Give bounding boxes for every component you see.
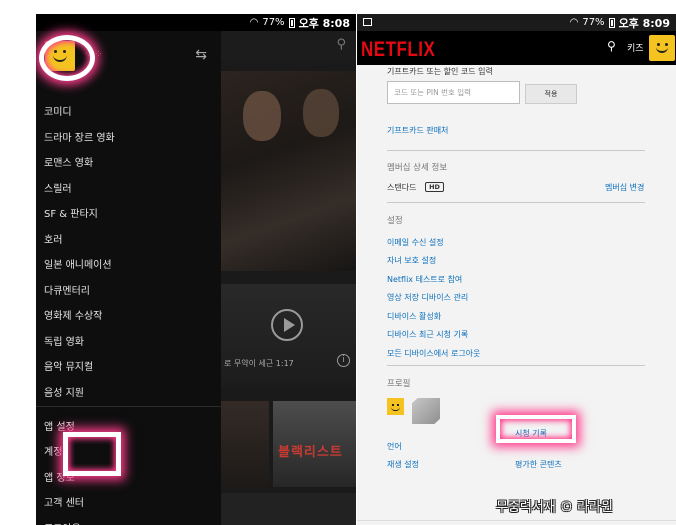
poster-figure bbox=[243, 91, 281, 141]
account-page: 기프트카드 또는 할인 코드 입력 코드 또는 PIN 번호 입력 적용 기프트… bbox=[357, 65, 676, 525]
menu-item[interactable]: 로맨스 영화 bbox=[36, 151, 221, 177]
menu-item[interactable]: 드라마 장르 영화 bbox=[36, 126, 221, 152]
menu-item-help-center[interactable]: 고객 센터 bbox=[36, 491, 221, 516]
title-thumbnail[interactable] bbox=[221, 401, 269, 487]
settings-link[interactable]: 모든 디바이스에서 로그아웃 bbox=[387, 348, 480, 359]
continue-watching-caption: 로 무약이 세근 1:17 bbox=[224, 359, 294, 368]
play-icon[interactable] bbox=[271, 309, 303, 341]
menu-item[interactable]: 영화제 수상작 bbox=[36, 304, 221, 330]
menu-item[interactable]: 스릴러 bbox=[36, 177, 221, 203]
browse-background: ⚲ 로 무약이 세근 1:17 i 블랙리스트 bbox=[221, 31, 356, 525]
section-divider bbox=[387, 365, 645, 366]
profile-avatar-small[interactable] bbox=[387, 398, 404, 415]
poster-figure bbox=[303, 89, 339, 137]
menu-item[interactable]: 음성 지원 bbox=[36, 381, 221, 407]
avatar-smile bbox=[391, 407, 400, 411]
battery-icon bbox=[288, 17, 295, 28]
highlight-circle-avatar bbox=[39, 35, 95, 81]
rated-titles-link[interactable]: 평가한 콘텐츠 bbox=[515, 459, 562, 470]
screenshot-stage: ◠ 77% 오후 8:08 ⚲ 로 무약이 세근 1:17 i 블랙리스트 ⁘⁘… bbox=[0, 0, 676, 525]
menu-item[interactable]: 다큐멘터리 bbox=[36, 279, 221, 305]
playback-settings-link[interactable]: 재생 설정 bbox=[387, 459, 419, 470]
browse-top-bar: ⚲ bbox=[221, 31, 356, 61]
highlight-box-viewing-history bbox=[496, 415, 576, 443]
avatar-eye bbox=[657, 43, 660, 46]
battery-icon bbox=[608, 17, 615, 28]
genre-menu: 코미디 드라마 장르 영화 로맨스 영화 스릴러 SF & 판타지 호러 일본 … bbox=[36, 100, 221, 406]
settings-link[interactable]: Netflix 테스트로 참여 bbox=[387, 274, 462, 285]
section-divider bbox=[387, 150, 645, 151]
search-icon[interactable]: ⚲ bbox=[336, 37, 346, 52]
avatar-eye bbox=[397, 404, 399, 406]
section-divider bbox=[387, 202, 645, 203]
settings-link[interactable]: 자녀 보호 설정 bbox=[387, 255, 436, 266]
battery-percent: 77% bbox=[582, 17, 605, 28]
profile-avatar[interactable] bbox=[649, 35, 675, 61]
settings-link[interactable]: 영상 저장 디바이스 관리 bbox=[387, 292, 468, 303]
menu-item[interactable]: 일본 애니메이션 bbox=[36, 253, 221, 279]
image-notification-icon bbox=[363, 18, 372, 26]
gift-card-sellers-link[interactable]: 기프트카드 판매처 bbox=[387, 125, 448, 136]
avatar-eye bbox=[392, 404, 394, 406]
netflix-header: NETFLIX ⚲ 키즈 bbox=[357, 31, 676, 65]
profile-heading: 프로필 bbox=[387, 379, 411, 389]
right-phone-screen: ◠ 77% 오후 8:09 NETFLIX ⚲ 키즈 기프트카드 또는 할인 코… bbox=[357, 14, 676, 525]
menu-item[interactable]: 코미디 bbox=[36, 100, 221, 126]
settings-heading: 설정 bbox=[387, 216, 403, 226]
wifi-icon: ◠ bbox=[249, 17, 259, 28]
highlight-box-account bbox=[63, 432, 121, 476]
menu-item[interactable]: SF & 판타지 bbox=[36, 202, 221, 228]
wifi-icon: ◠ bbox=[569, 17, 579, 28]
menu-item[interactable]: 호러 bbox=[36, 228, 221, 254]
plan-name: 스탠다드 bbox=[387, 183, 417, 192]
menu-item[interactable]: 음악 뮤지컬 bbox=[36, 355, 221, 381]
hd-badge: HD bbox=[425, 182, 444, 192]
kids-link[interactable]: 키즈 bbox=[627, 41, 644, 54]
left-phone-screen: ◠ 77% 오후 8:08 ⚲ 로 무약이 세근 1:17 i 블랙리스트 ⁘⁘… bbox=[36, 14, 356, 525]
gift-code-input[interactable]: 코드 또는 PIN 번호 입력 bbox=[387, 81, 520, 104]
profile-avatar-alt[interactable] bbox=[412, 398, 440, 424]
avatar-eye bbox=[665, 43, 668, 46]
netflix-logo[interactable]: NETFLIX bbox=[361, 37, 435, 62]
thumbnail-title: 블랙리스트 bbox=[278, 445, 343, 460]
membership-heading: 멤버십 상세 정보 bbox=[387, 163, 448, 173]
drawer-divider bbox=[36, 406, 221, 407]
change-plan-link[interactable]: 멤버십 변경 bbox=[605, 182, 644, 193]
title-row bbox=[221, 493, 356, 525]
search-icon[interactable]: ⚲ bbox=[607, 39, 616, 53]
clock: 오후 8:08 bbox=[298, 16, 350, 30]
language-link[interactable]: 언어 bbox=[387, 441, 402, 452]
battery-percent: 77% bbox=[262, 17, 285, 28]
bottom-divider bbox=[357, 520, 676, 521]
clock: 오후 8:09 bbox=[618, 16, 670, 30]
menu-item[interactable]: 독립 영화 bbox=[36, 330, 221, 356]
info-icon[interactable]: i bbox=[337, 354, 350, 367]
status-bar: ◠ 77% 오후 8:09 bbox=[357, 14, 676, 31]
settings-link[interactable]: 이메일 수신 설정 bbox=[387, 237, 444, 248]
switch-profile-icon[interactable]: ⇆ bbox=[195, 47, 207, 63]
watermark: 무중력서재 © 라라윈 bbox=[496, 500, 613, 515]
status-bar: ◠ 77% 오후 8:08 bbox=[36, 14, 356, 31]
avatar-smile bbox=[656, 47, 668, 53]
menu-item-logout[interactable]: 로그아웃 bbox=[36, 517, 221, 525]
settings-link[interactable]: 디바이스 활성화 bbox=[387, 311, 441, 322]
gift-code-title: 기프트카드 또는 할인 코드 입력 bbox=[387, 67, 493, 76]
settings-link[interactable]: 디바이스 최근 시청 기록 bbox=[387, 329, 468, 340]
apply-button[interactable]: 적용 bbox=[525, 84, 577, 104]
